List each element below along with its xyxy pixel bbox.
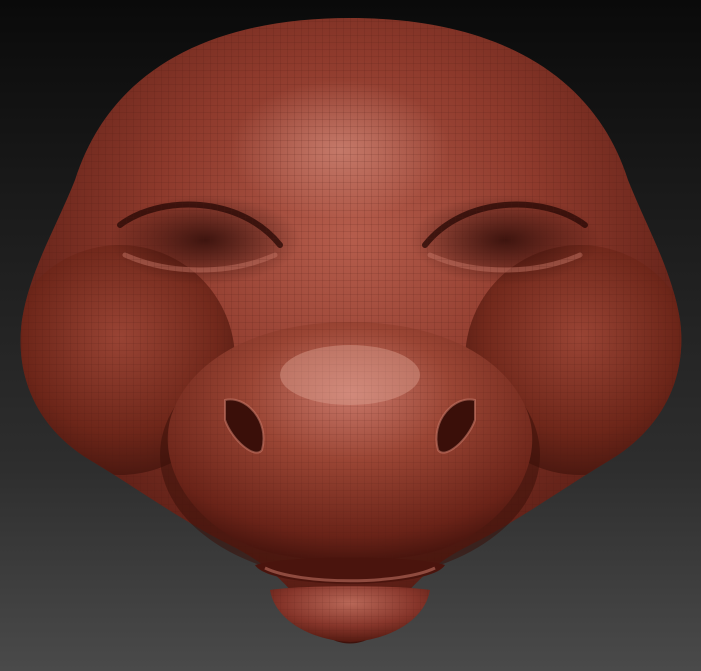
sculpt-viewport[interactable] [0,0,701,671]
pig-head-sculpt [20,18,682,644]
